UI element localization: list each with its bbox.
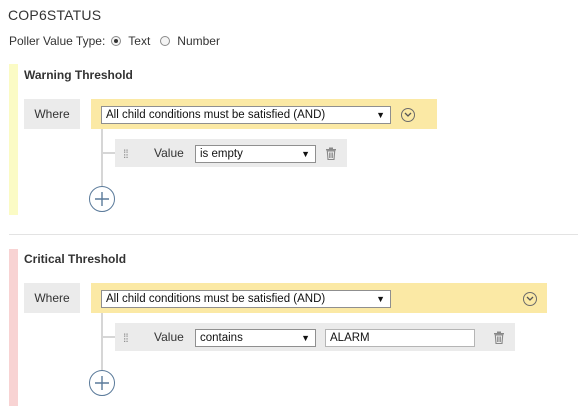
trash-icon[interactable]: [325, 147, 337, 165]
poller-value-type: Poller Value Type: Text Number: [9, 34, 220, 48]
critical-condition-select[interactable]: All child conditions must be satisfied (…: [101, 290, 391, 308]
dropdown-arrow-icon: ▼: [301, 149, 310, 159]
critical-operator-select[interactable]: contains ▼: [195, 329, 316, 347]
dropdown-arrow-icon: ▼: [376, 294, 385, 304]
warning-where-label: Where: [24, 99, 80, 129]
trash-icon[interactable]: [493, 331, 505, 349]
warning-condition-select[interactable]: All child conditions must be satisfied (…: [101, 106, 391, 124]
warning-threshold-title: Warning Threshold: [24, 68, 133, 82]
add-condition-button[interactable]: [89, 370, 115, 396]
tree-connector: [101, 313, 103, 371]
page-title: COP6STATUS: [8, 7, 102, 23]
dropdown-arrow-icon: ▼: [301, 333, 310, 343]
radio-text-label[interactable]: Text: [128, 34, 150, 48]
chevron-down-icon[interactable]: [401, 108, 415, 122]
drag-handle-icon[interactable]: ⁞⁞: [123, 148, 129, 160]
warning-condition-select-value: All child conditions must be satisfied (…: [106, 109, 326, 121]
warning-row-field-label: Value: [154, 146, 184, 160]
section-divider: [9, 234, 578, 235]
chevron-down-icon[interactable]: [523, 292, 537, 306]
plus-icon: [95, 192, 109, 206]
tree-connector: [101, 152, 115, 154]
warning-operator-value: is empty: [200, 148, 243, 160]
add-condition-button[interactable]: [89, 186, 115, 212]
tree-connector: [101, 129, 103, 187]
radio-number-label[interactable]: Number: [177, 34, 220, 48]
radio-number[interactable]: [160, 36, 171, 46]
poller-value-type-label: Poller Value Type:: [9, 34, 106, 48]
critical-operator-value: contains: [200, 332, 243, 344]
drag-handle-icon[interactable]: ⁞⁞: [123, 332, 129, 344]
critical-where-label: Where: [24, 283, 80, 313]
warning-stripe: [9, 64, 18, 215]
critical-row-field-label: Value: [154, 330, 184, 344]
plus-icon: [95, 376, 109, 390]
critical-stripe: [9, 249, 18, 406]
critical-condition-select-value: All child conditions must be satisfied (…: [106, 293, 326, 305]
critical-threshold-title: Critical Threshold: [24, 252, 127, 266]
dropdown-arrow-icon: ▼: [376, 110, 385, 120]
warning-operator-select[interactable]: is empty ▼: [195, 145, 316, 163]
critical-value-input[interactable]: ALARM: [325, 329, 475, 347]
tree-connector: [101, 336, 115, 338]
radio-text[interactable]: [111, 36, 122, 46]
